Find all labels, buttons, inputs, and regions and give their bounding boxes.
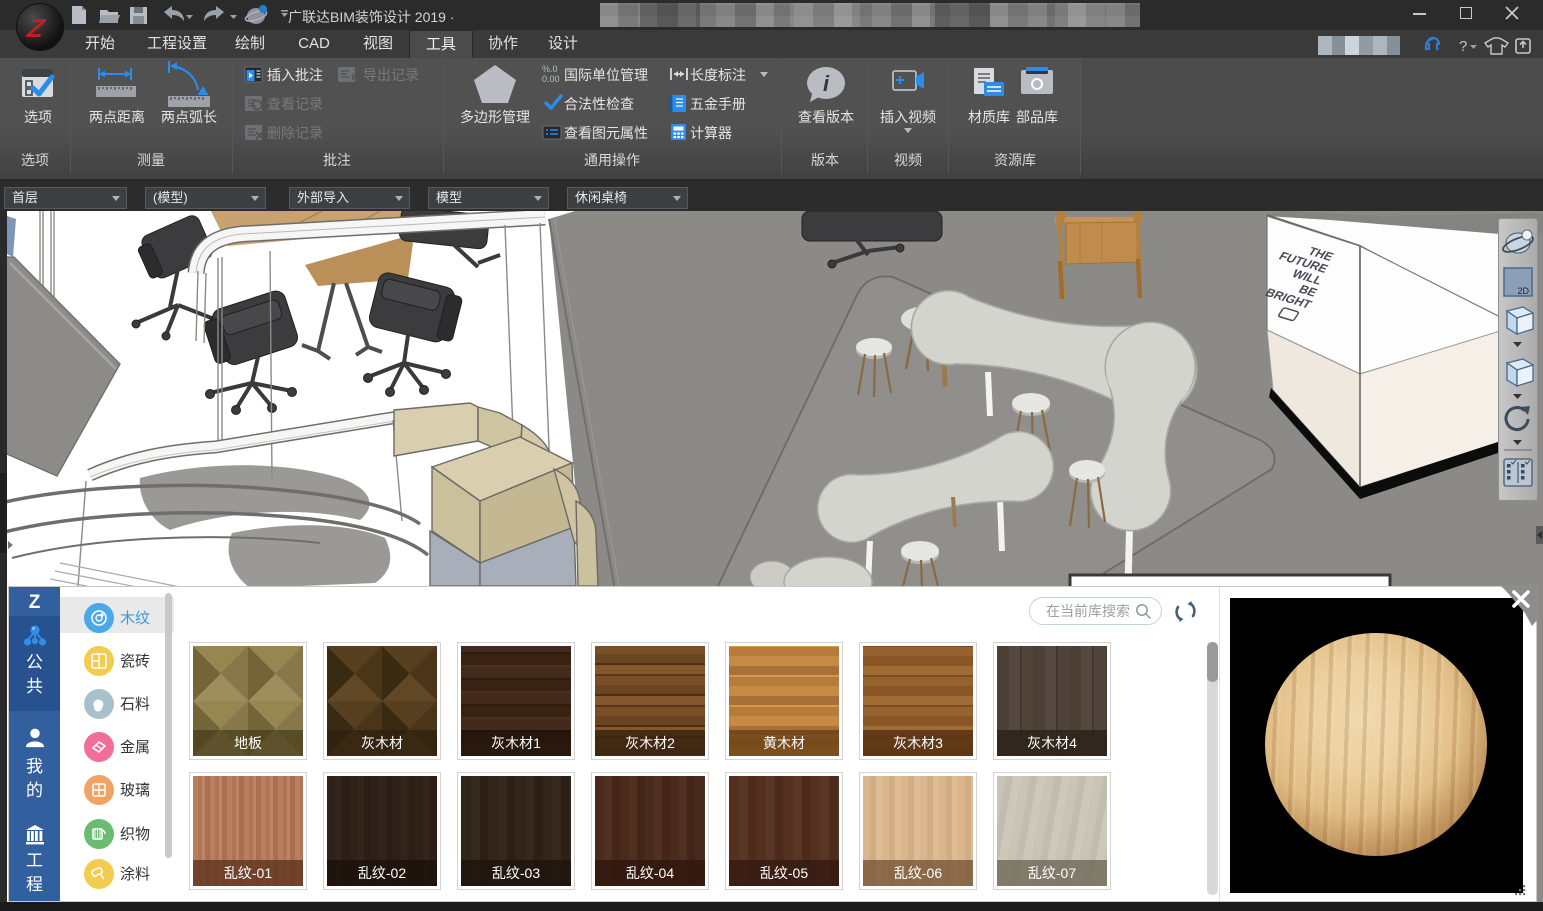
svg-text:长度标注: 长度标注: [690, 67, 746, 83]
svg-text:五金手册: 五金手册: [690, 96, 746, 112]
svg-text:计算器: 计算器: [690, 125, 732, 141]
svg-text:0.00: 0.00: [542, 74, 560, 84]
svg-text:选项: 选项: [24, 109, 52, 125]
svg-text:两点距离: 两点距离: [89, 109, 145, 125]
svg-text:查看图元属性: 查看图元属性: [564, 125, 648, 141]
svg-text:材质库: 材质库: [968, 109, 1010, 125]
svg-text:i: i: [823, 71, 830, 96]
svg-text:查看版本: 查看版本: [798, 109, 854, 125]
svg-text:导出记录: 导出记录: [363, 67, 419, 83]
svg-text:查看记录: 查看记录: [267, 96, 323, 112]
svg-text:?: ?: [1459, 38, 1467, 55]
svg-text:部品库: 部品库: [1016, 109, 1058, 125]
svg-text:两点弧长: 两点弧长: [161, 109, 217, 125]
svg-text:合法性检查: 合法性检查: [564, 96, 634, 112]
svg-text:2D: 2D: [1517, 286, 1529, 296]
svg-text:国际单位管理: 国际单位管理: [564, 67, 648, 83]
svg-text:%.0: %.0: [542, 64, 558, 74]
svg-text:插入视频: 插入视频: [880, 109, 936, 125]
svg-text:删除记录: 删除记录: [267, 125, 323, 141]
svg-text:多边形管理: 多边形管理: [460, 109, 530, 125]
svg-text:插入批注: 插入批注: [267, 67, 323, 83]
